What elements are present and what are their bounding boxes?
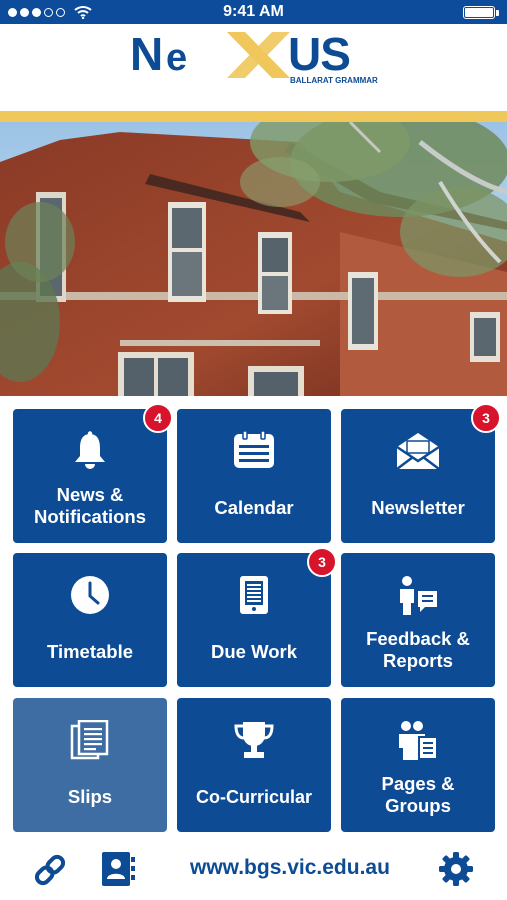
bell-icon (13, 431, 167, 471)
tile-slips[interactable]: Slips (13, 698, 167, 832)
school-website-link[interactable]: www.bgs.vic.edu.au (190, 856, 390, 880)
hero-photo (0, 122, 507, 396)
notification-badge: 4 (143, 403, 173, 433)
tile-label: News & Notifications (17, 484, 163, 528)
tile-label-line: Groups (385, 795, 451, 816)
svg-text:N: N (130, 28, 162, 80)
gold-band (0, 111, 507, 122)
clock-icon (13, 575, 167, 615)
tile-label-line: Reports (383, 650, 453, 671)
battery-fill (465, 8, 493, 17)
trophy-icon (177, 720, 331, 760)
tile-label: Feedback & Reports (345, 628, 491, 672)
status-time: 9:41 AM (223, 3, 284, 20)
tile-feedback-reports[interactable]: Feedback & Reports (341, 553, 495, 687)
nexus-logo: N e US BALLARAT GRAMMAR (130, 28, 378, 85)
school-building-image (0, 122, 507, 396)
tile-label: Slips (17, 786, 163, 808)
tile-news-notifications[interactable]: News & Notifications 4 (13, 403, 173, 543)
tile-label: Co-Curricular (181, 786, 327, 808)
tile-label-line: Timetable (46, 641, 134, 662)
tile-calendar[interactable]: Calendar (177, 409, 331, 543)
tile-pages-groups[interactable]: Pages & Groups (341, 698, 495, 832)
tile-label: Pages & Groups (345, 773, 491, 817)
tile-label-line: Feedback & (366, 628, 470, 649)
tile-due-work[interactable]: Due Work 3 (177, 547, 337, 687)
status-bar: 9:41 AM (0, 0, 507, 24)
notification-badge: 3 (307, 547, 337, 577)
tile-label-line: Pages & (381, 773, 455, 794)
tile-label-line: Notifications (33, 506, 147, 527)
logo-header: N e US BALLARAT GRAMMAR (0, 24, 507, 111)
groups-icon (341, 720, 495, 762)
tile-label-line: Due Work (210, 641, 297, 662)
feedback-person-icon (341, 575, 495, 617)
logo-subtitle: BALLARAT GRAMMAR (290, 76, 378, 85)
calendar-icon (177, 431, 331, 469)
tile-label-line: Calendar (214, 497, 294, 518)
gear-icon[interactable] (438, 851, 474, 892)
envelope-icon (341, 431, 495, 471)
svg-text:US: US (288, 28, 350, 80)
tablet-icon (177, 575, 331, 615)
battery-tip (496, 10, 499, 16)
battery-icon (463, 6, 495, 19)
tile-label-line: Co-Curricular (195, 787, 312, 807)
tile-label: Calendar (181, 497, 327, 519)
contacts-icon[interactable] (100, 851, 136, 892)
link-icon[interactable] (32, 852, 68, 893)
svg-text:e: e (166, 37, 187, 79)
notification-badge: 3 (471, 403, 501, 433)
tile-newsletter[interactable]: Newsletter 3 (341, 403, 501, 543)
tile-label: Newsletter (345, 497, 491, 519)
tile-timetable[interactable]: Timetable (13, 553, 167, 687)
tile-label-line: Newsletter (371, 497, 465, 518)
tile-label-line: Slips (67, 786, 113, 807)
bottom-bar: www.bgs.vic.edu.au (0, 838, 507, 900)
tile-label-line: News & (56, 484, 124, 505)
documents-icon (13, 720, 167, 760)
tile-co-curricular[interactable]: Co-Curricular (177, 698, 331, 832)
tile-label: Timetable (17, 641, 163, 663)
tile-label: Due Work (181, 641, 327, 663)
menu-grid: News & Notifications 4 Calendar Newslett… (13, 403, 501, 832)
